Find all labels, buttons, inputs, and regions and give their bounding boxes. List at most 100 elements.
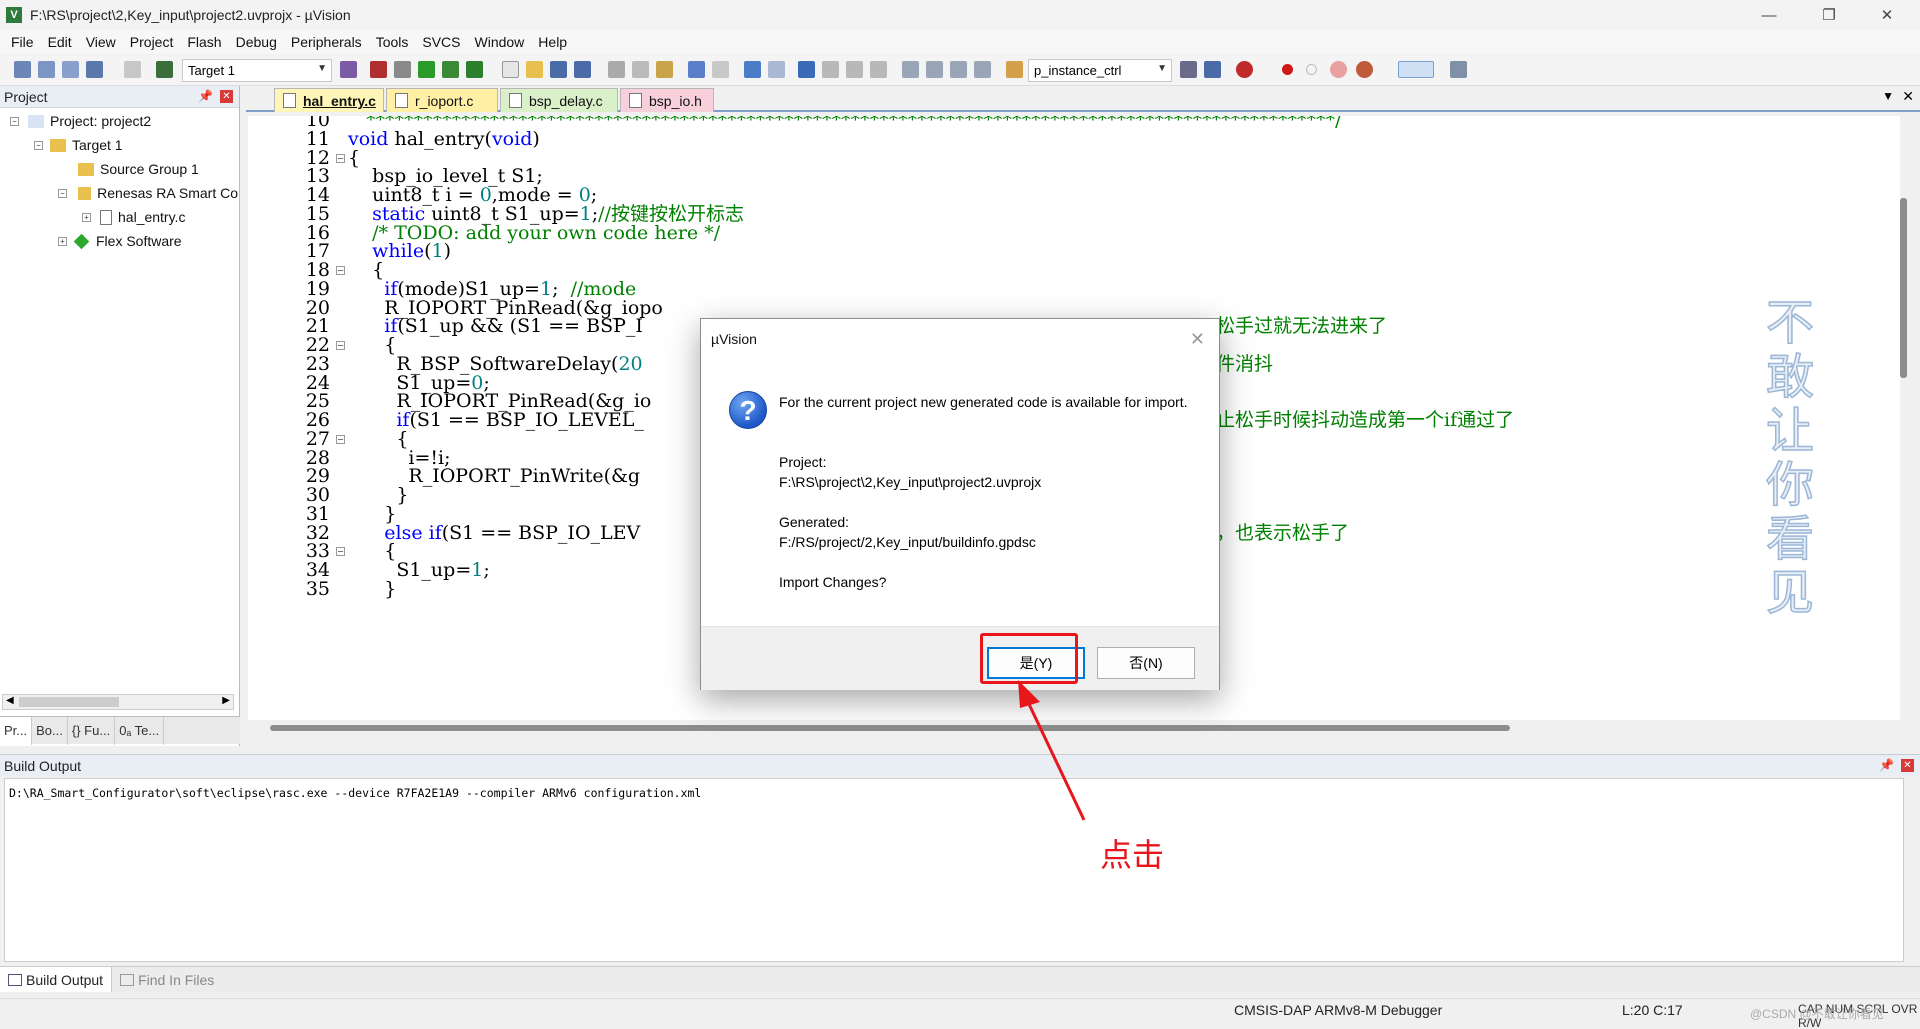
save-all-icon[interactable] xyxy=(574,61,591,78)
nav-forward-icon[interactable] xyxy=(768,61,785,78)
unindent-icon[interactable] xyxy=(926,61,943,78)
options-icon[interactable] xyxy=(340,61,357,78)
batch-build-icon[interactable] xyxy=(86,61,103,78)
debug-session-icon[interactable] xyxy=(1236,61,1253,78)
expand-icon[interactable]: + xyxy=(58,237,67,246)
tree-item-renesas[interactable]: Renesas RA Smart Co xyxy=(78,185,238,201)
close-button[interactable]: ✕ xyxy=(1864,0,1910,30)
editor-vscrollbar[interactable] xyxy=(1900,198,1907,378)
find-icon[interactable] xyxy=(1180,61,1197,78)
tab-books[interactable]: Bo... xyxy=(32,717,68,745)
expand-icon[interactable]: + xyxy=(82,213,91,222)
fold-icon[interactable]: − xyxy=(336,153,345,163)
breakpoint-icon[interactable] xyxy=(1282,64,1293,75)
nav-back-icon[interactable] xyxy=(744,61,761,78)
fold-icon[interactable]: − xyxy=(336,341,345,350)
menu-peripherals[interactable]: Peripherals xyxy=(284,34,369,50)
indent-icon[interactable] xyxy=(902,61,919,78)
tree-item-source-group-label: Source Group 1 xyxy=(100,161,199,177)
tab-find-in-files[interactable]: Find In Files xyxy=(112,967,222,992)
tab-templates[interactable]: 0ₐ Te... xyxy=(115,717,165,745)
tab-functions[interactable]: {} Fu... xyxy=(68,717,116,745)
open-file-icon[interactable] xyxy=(526,61,543,78)
project-hscrollbar[interactable]: ◀ ▶ xyxy=(2,694,234,710)
tab-bsp-io[interactable]: bsp_io.h xyxy=(620,88,714,112)
pack-installer-icon[interactable] xyxy=(442,61,459,78)
incremental-find-icon[interactable] xyxy=(1204,61,1221,78)
minimize-button[interactable]: — xyxy=(1746,0,1792,30)
cut-icon[interactable] xyxy=(608,61,625,78)
menu-svcs[interactable]: SVCS xyxy=(415,34,467,50)
menu-debug[interactable]: Debug xyxy=(229,34,284,50)
device-icon[interactable] xyxy=(466,61,483,78)
pin-icon[interactable]: 📌 xyxy=(1879,758,1894,772)
download-icon[interactable] xyxy=(156,61,173,78)
disable-breakpoint-icon[interactable] xyxy=(1306,64,1317,75)
tree-item-hal-entry[interactable]: hal_entry.c xyxy=(100,209,185,225)
stop-build-icon[interactable] xyxy=(124,61,141,78)
books-icon[interactable] xyxy=(394,61,411,78)
tree-item-target[interactable]: Target 1 xyxy=(50,137,123,153)
find-combo[interactable]: p_instance_ctrl ▼ xyxy=(1028,59,1172,82)
manage-components-icon[interactable] xyxy=(370,61,387,78)
scroll-right-icon[interactable]: ▶ xyxy=(222,695,230,706)
tab-project[interactable]: Pr... xyxy=(0,717,33,745)
menu-tools[interactable]: Tools xyxy=(369,34,416,50)
collapse-icon[interactable]: − xyxy=(10,117,19,126)
editor-hscrollbar[interactable] xyxy=(270,725,1510,731)
fold-icon[interactable]: − xyxy=(336,434,345,444)
kill-breakpoints-icon[interactable] xyxy=(1330,61,1347,78)
translate-icon[interactable] xyxy=(14,61,31,78)
fold-icon[interactable]: − xyxy=(336,547,345,557)
tree-item-flex-software[interactable]: Flex Software xyxy=(73,233,182,249)
menu-window[interactable]: Window xyxy=(468,34,532,50)
tab-hal-entry[interactable]: hal_entry.c xyxy=(274,88,384,112)
new-file-icon[interactable] xyxy=(502,61,519,78)
tab-r-ioport[interactable]: r_ioport.c xyxy=(386,88,498,112)
tab-list-dropdown-icon[interactable]: ▼ xyxy=(1882,89,1894,103)
save-icon[interactable] xyxy=(550,61,567,78)
restore-button[interactable]: ❐ xyxy=(1806,0,1852,30)
tab-build-output[interactable]: Build Output xyxy=(0,967,113,992)
menu-edit[interactable]: Edit xyxy=(41,34,79,50)
menu-help[interactable]: Help xyxy=(531,34,574,50)
scroll-thumb[interactable] xyxy=(19,697,119,707)
no-button[interactable]: 否(N) xyxy=(1097,647,1195,679)
build-icon[interactable] xyxy=(38,61,55,78)
fold-icon[interactable]: − xyxy=(336,266,345,275)
target-select[interactable]: Target 1 ▼ xyxy=(182,59,332,82)
pin-icon[interactable]: 📌 xyxy=(198,89,213,103)
panel-close-icon[interactable]: ✕ xyxy=(220,90,233,103)
tab-close-icon[interactable]: ✕ xyxy=(1902,88,1914,105)
collapse-icon[interactable]: − xyxy=(58,189,67,198)
tab-bsp-io-label: bsp_io.h xyxy=(649,93,702,109)
configure-icon[interactable] xyxy=(1356,61,1373,78)
build-output-text[interactable]: D:\RA_Smart_Configurator\soft\eclipse\ra… xyxy=(4,778,1904,962)
rte-icon[interactable] xyxy=(418,61,435,78)
paste-icon[interactable] xyxy=(656,61,673,78)
find-in-files-icon[interactable] xyxy=(1006,61,1023,78)
uncomment-icon[interactable] xyxy=(974,61,991,78)
menu-file[interactable]: File xyxy=(4,34,41,50)
rebuild-icon[interactable] xyxy=(62,61,79,78)
tree-item-source-group[interactable]: Source Group 1 xyxy=(78,161,199,177)
tab-bsp-delay[interactable]: bsp_delay.c xyxy=(500,88,618,112)
prev-bookmark-icon[interactable] xyxy=(822,61,839,78)
next-bookmark-icon[interactable] xyxy=(846,61,863,78)
tree-item-project[interactable]: Project: project2 xyxy=(28,113,151,129)
panel-close-icon[interactable]: ✕ xyxy=(1901,759,1914,772)
window-layout-icon[interactable] xyxy=(1398,61,1434,78)
menu-flash[interactable]: Flash xyxy=(180,34,228,50)
collapse-icon[interactable]: − xyxy=(34,141,43,150)
copy-icon[interactable] xyxy=(632,61,649,78)
bookmark-icon[interactable] xyxy=(798,61,815,78)
dialog-close-icon[interactable]: ✕ xyxy=(1190,329,1205,350)
menu-project[interactable]: Project xyxy=(123,34,181,50)
clear-bookmarks-icon[interactable] xyxy=(870,61,887,78)
redo-icon[interactable] xyxy=(712,61,729,78)
menu-view[interactable]: View xyxy=(79,34,123,50)
undo-icon[interactable] xyxy=(688,61,705,78)
scroll-left-icon[interactable]: ◀ xyxy=(6,695,14,706)
comment-icon[interactable] xyxy=(950,61,967,78)
wrench-icon[interactable] xyxy=(1450,61,1467,78)
